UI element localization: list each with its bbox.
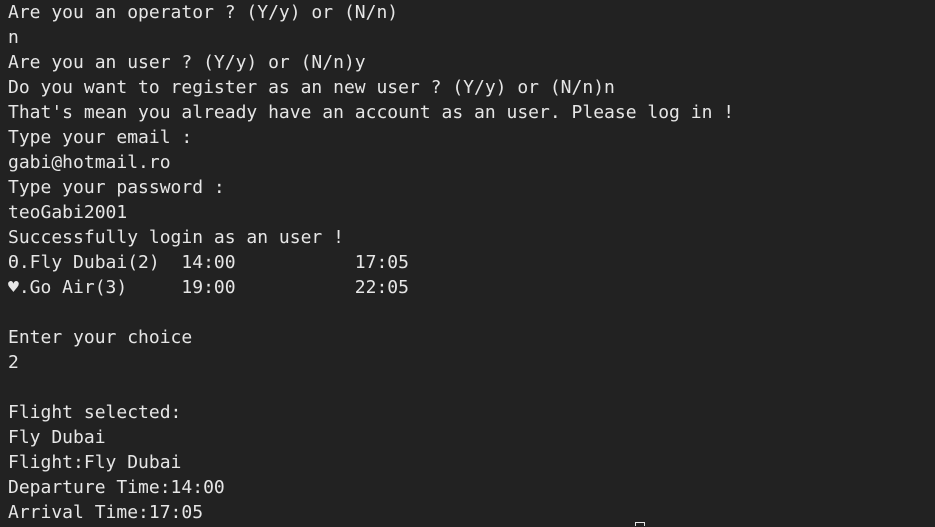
text-cursor xyxy=(635,522,645,526)
prompt-register: Do you want to register as an new user ?… xyxy=(8,77,615,98)
flight-option-row: Θ.Fly Dubai(2) 14:00 17:05 xyxy=(8,252,409,273)
flight-detail: Flight:Fly Dubai xyxy=(8,452,182,473)
flight-option-row: ♥.Go Air(3) 19:00 22:05 xyxy=(8,277,409,298)
flight-selected-name: Fly Dubai xyxy=(8,427,106,448)
input-email: gabi@hotmail.ro xyxy=(8,152,171,173)
input-operator-answer: n xyxy=(8,27,19,48)
prompt-operator: Are you an operator ? (Y/y) or (N/n) xyxy=(8,2,399,23)
prompt-password: Type your password : xyxy=(8,177,225,198)
prompt-user: Are you an user ? (Y/y) or (N/n)y xyxy=(8,52,366,73)
login-success-message: Successfully login as an user ! xyxy=(8,227,344,248)
prompt-email: Type your email : xyxy=(8,127,193,148)
terminal-window[interactable]: Are you an operator ? (Y/y) or (N/n) n A… xyxy=(0,0,935,527)
departure-time: Departure Time:14:00 xyxy=(8,477,225,498)
prompt-choice: Enter your choice xyxy=(8,327,193,348)
arrival-time: Arrival Time:17:05 xyxy=(8,502,204,523)
flight-selected-heading: Flight selected: xyxy=(8,402,182,423)
input-password: teoGabi2001 xyxy=(8,202,128,223)
input-choice: 2 xyxy=(8,352,19,373)
login-message: That's mean you already have an account … xyxy=(8,102,735,123)
